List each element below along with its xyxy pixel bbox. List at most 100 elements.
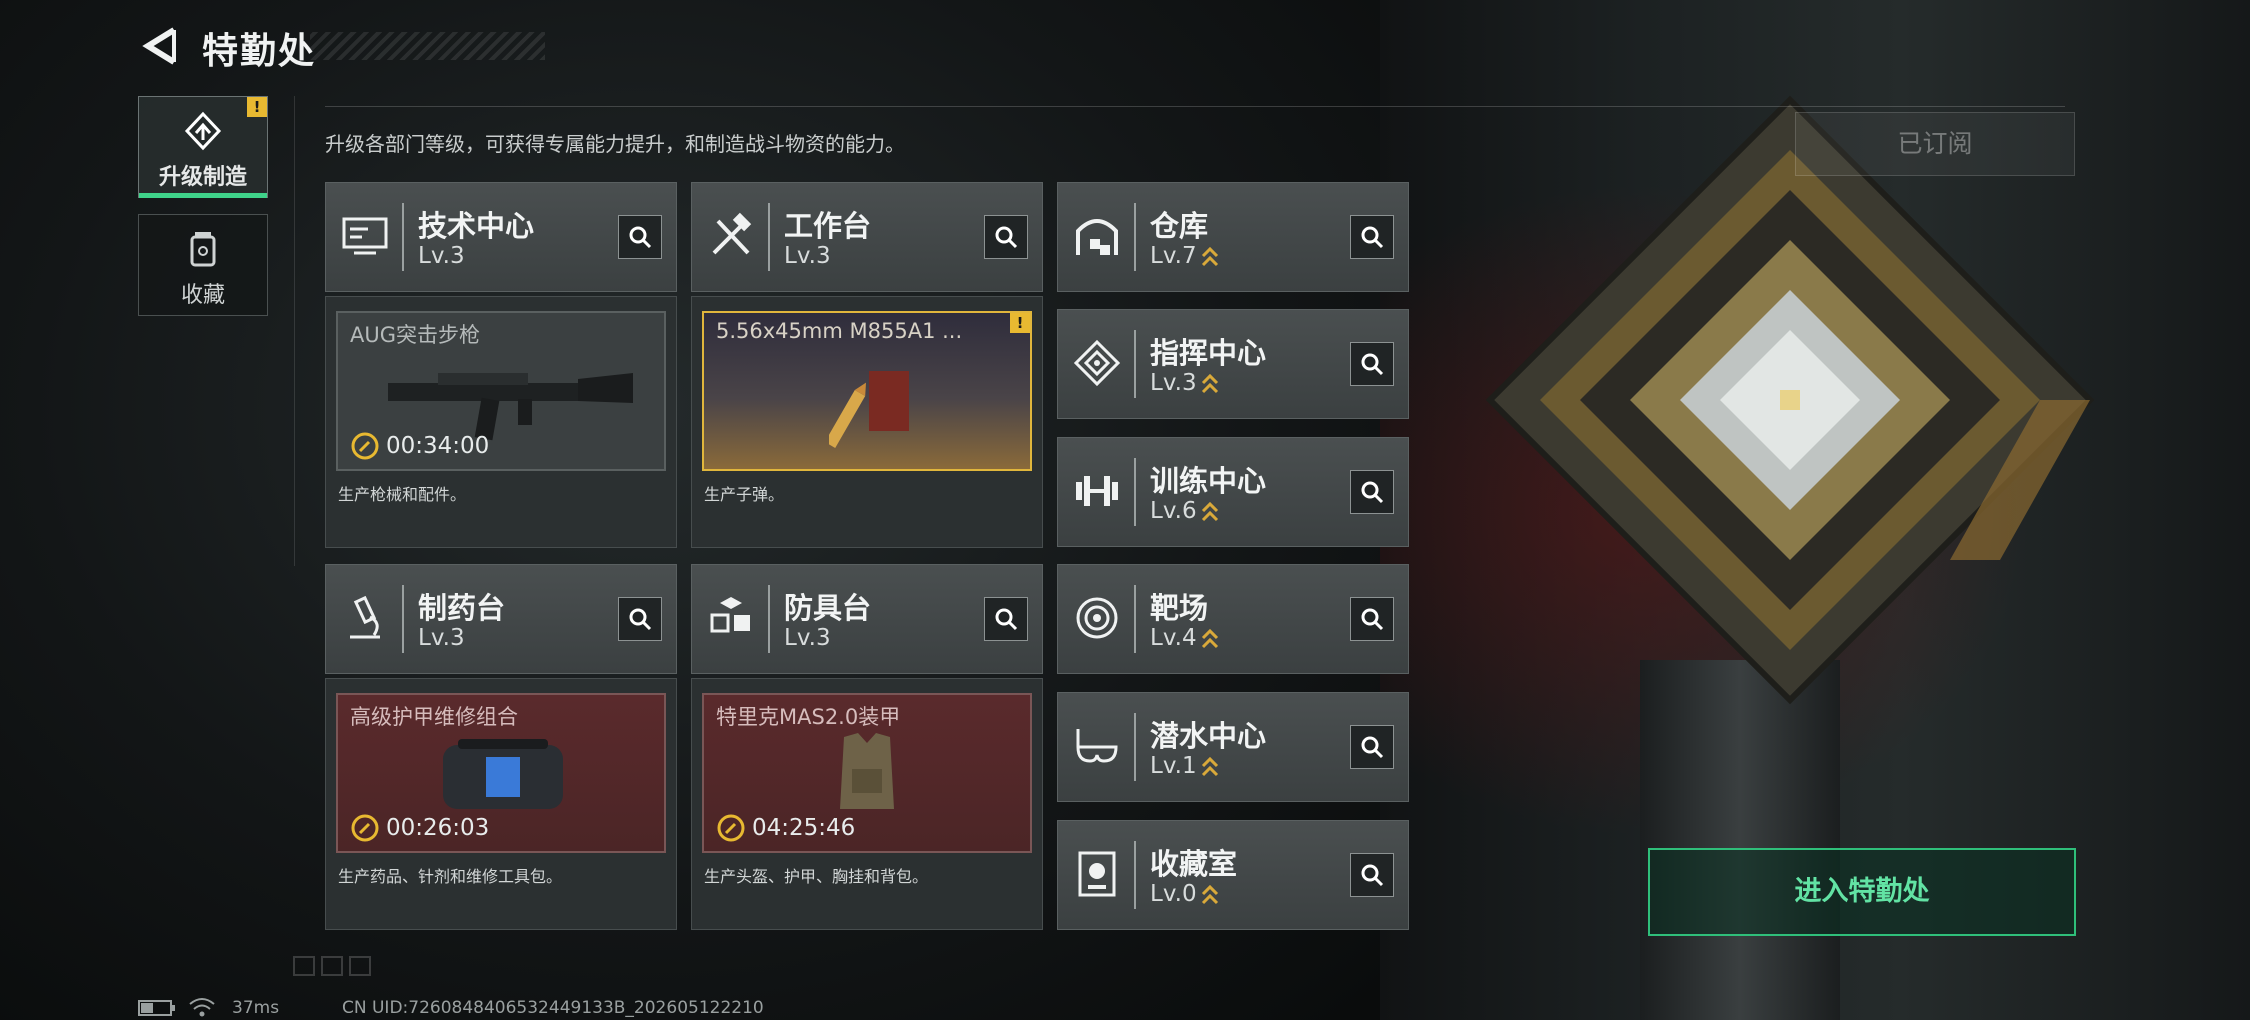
search-button[interactable] xyxy=(1350,342,1394,386)
armor-vest-image xyxy=(840,733,894,809)
warehouse-icon xyxy=(1076,219,1118,255)
enter-special-ops-button[interactable]: 进入特勤处 xyxy=(1648,848,2076,936)
dept-workbench[interactable]: 工作台 Lv.3 xyxy=(691,182,1043,292)
dept-warehouse[interactable]: 仓库 Lv.7 xyxy=(1057,182,1409,292)
user-uid: CN UID:7260848406532449133B_202605122210 xyxy=(342,998,764,1018)
search-icon xyxy=(1361,353,1384,376)
dept-level: Lv.3 xyxy=(1150,370,1197,396)
search-icon xyxy=(995,226,1018,249)
page-description: 升级各部门等级，可获得专属能力提升，和制造战斗物资的能力。 xyxy=(325,132,905,156)
divider-line xyxy=(325,106,2065,107)
nav-upgrade-craft-label: 升级制造 xyxy=(158,165,247,190)
back-arrow-icon[interactable] xyxy=(138,24,182,68)
hammer-wrench-icon xyxy=(712,212,752,255)
search-button[interactable] xyxy=(1350,853,1394,897)
search-button[interactable] xyxy=(618,215,662,259)
dept-level: Lv.1 xyxy=(1150,753,1197,779)
dept-armor-bench[interactable]: 防具台 Lv.3 xyxy=(691,564,1043,674)
dept-pharmacy-body: 高级护甲维修组合 00:26:03 生产药品、针剂和维修工具包。 xyxy=(325,678,677,930)
dept-level: Lv.4 xyxy=(1150,625,1197,651)
level-up-chevron-icon xyxy=(1201,501,1219,522)
separator xyxy=(1134,330,1136,398)
search-button[interactable] xyxy=(1350,470,1394,514)
production-slot[interactable]: AUG突击步枪 00:34:00 xyxy=(336,311,666,471)
search-icon xyxy=(995,608,1018,631)
dept-description: 生产头盔、护甲、胸挂和背包。 xyxy=(704,867,929,886)
dept-level: Lv.7 xyxy=(1150,243,1197,269)
level-up-chevron-icon xyxy=(1201,373,1219,394)
level-up-chevron-icon xyxy=(1201,756,1219,777)
item-name: 特里克MAS2.0装甲 xyxy=(716,705,901,729)
dept-command-center[interactable]: 指挥中心 Lv.3 xyxy=(1057,309,1409,419)
dept-description: 生产子弹。 xyxy=(704,485,785,504)
production-slot[interactable]: 高级护甲维修组合 00:26:03 xyxy=(336,693,666,853)
nav-upgrade-craft[interactable]: 升级制造 ! xyxy=(138,96,268,198)
microscope-icon xyxy=(350,595,380,639)
dept-level: Lv.3 xyxy=(784,243,831,269)
level-up-chevron-icon xyxy=(1201,884,1219,905)
dept-tech-center[interactable]: 技术中心 Lv.3 xyxy=(325,182,677,292)
cubes-icon xyxy=(710,597,750,633)
search-button[interactable] xyxy=(1350,597,1394,641)
separator xyxy=(768,203,770,271)
repair-kit-image xyxy=(443,739,563,809)
search-icon xyxy=(629,608,652,631)
divider-line-vertical xyxy=(294,96,295,566)
battery-icon xyxy=(138,1000,175,1016)
separator xyxy=(768,585,770,653)
search-icon xyxy=(1361,736,1384,759)
wrench-timer-icon xyxy=(351,814,379,842)
dept-name: 技术中心 xyxy=(418,209,535,243)
level-up-chevron-icon xyxy=(1201,246,1219,267)
search-button[interactable] xyxy=(1350,725,1394,769)
dept-name: 防具台 xyxy=(784,591,872,625)
production-slot[interactable]: 5.56x45mm M855A1 ... ! xyxy=(702,311,1032,471)
item-name: 高级护甲维修组合 xyxy=(350,705,518,729)
dept-workbench-body: 5.56x45mm M855A1 ... ! 生产子弹。 xyxy=(691,296,1043,548)
ping-value: 37ms xyxy=(232,998,280,1018)
cube-artwork xyxy=(1485,95,2095,705)
search-button[interactable] xyxy=(1350,215,1394,259)
item-name: AUG突击步枪 xyxy=(350,323,481,347)
search-button[interactable] xyxy=(984,215,1028,259)
dept-pharmacy[interactable]: 制药台 Lv.3 xyxy=(325,564,677,674)
item-name: 5.56x45mm M855A1 ... xyxy=(716,319,963,343)
production-timer: 00:26:03 xyxy=(386,815,490,841)
search-button[interactable] xyxy=(618,597,662,641)
alert-badge: ! xyxy=(1010,313,1030,333)
page-title: 特勤处 xyxy=(202,31,317,72)
wifi-icon xyxy=(189,998,215,1017)
dept-level: Lv.3 xyxy=(784,625,831,651)
decorative-marks xyxy=(293,956,371,976)
dept-name: 收藏室 xyxy=(1150,847,1238,881)
dept-name: 仓库 xyxy=(1150,209,1209,243)
search-button[interactable] xyxy=(984,597,1028,641)
search-icon xyxy=(1361,864,1384,887)
dept-level: Lv.0 xyxy=(1150,881,1197,907)
dept-diving-center[interactable]: 潜水中心 Lv.1 xyxy=(1057,692,1409,802)
dept-shooting-range[interactable]: 靶场 Lv.4 xyxy=(1057,564,1409,674)
nav-collection[interactable]: 收藏 xyxy=(138,214,268,316)
ammo-box-image xyxy=(829,371,909,448)
production-timer: 00:34:00 xyxy=(386,433,490,459)
upgrade-craft-icon xyxy=(184,111,222,151)
production-timer: 04:25:46 xyxy=(752,815,856,841)
rifle-image xyxy=(388,373,633,441)
dept-level: Lv.6 xyxy=(1150,498,1197,524)
separator xyxy=(402,203,404,271)
dept-training-center[interactable]: 训练中心 Lv.6 xyxy=(1057,437,1409,547)
dumbbell-icon xyxy=(1076,476,1118,506)
subscribed-button[interactable]: 已订阅 xyxy=(1795,112,2075,176)
dept-armor-bench-body: 特里克MAS2.0装甲 04:25:46 生产头盔、护甲、胸挂和背包。 xyxy=(691,678,1043,930)
monitor-icon xyxy=(342,217,388,255)
nav-collection-label: 收藏 xyxy=(180,283,225,308)
production-slot[interactable]: 特里克MAS2.0装甲 04:25:46 xyxy=(702,693,1032,853)
separator xyxy=(1134,458,1136,526)
dept-name: 工作台 xyxy=(784,209,872,243)
dept-collection-room[interactable]: 收藏室 Lv.0 xyxy=(1057,820,1409,930)
search-icon xyxy=(629,226,652,249)
dept-name: 靶场 xyxy=(1150,591,1209,625)
dept-level: Lv.3 xyxy=(418,243,465,269)
wrench-timer-icon xyxy=(351,432,379,460)
target-icon xyxy=(1076,597,1118,639)
